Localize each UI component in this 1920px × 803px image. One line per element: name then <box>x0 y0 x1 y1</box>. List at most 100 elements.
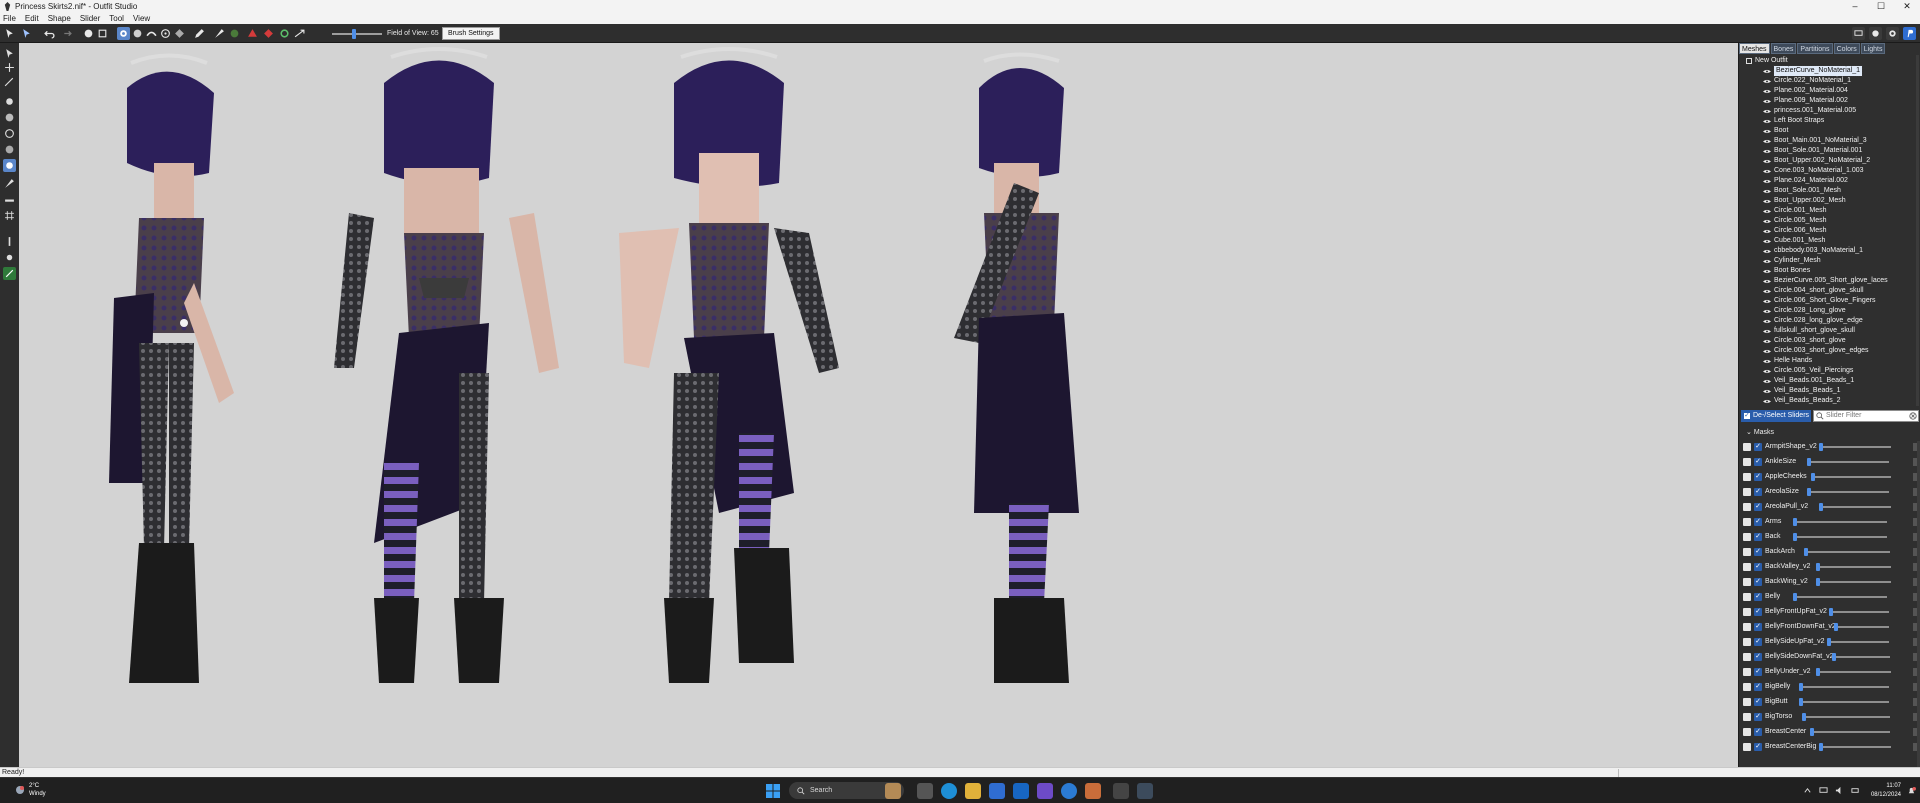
menu-slider[interactable]: Slider <box>80 14 100 23</box>
mesh-tree-item[interactable]: BezierCurve_NoMaterial_1 <box>1763 65 1864 77</box>
slider-edit-icon[interactable] <box>1743 668 1751 676</box>
visibility-eye-icon[interactable] <box>1763 319 1771 324</box>
slider-edit-icon[interactable] <box>1743 503 1751 511</box>
slider-handle[interactable] <box>1834 623 1838 631</box>
store-icon[interactable] <box>989 783 1005 799</box>
slider-track[interactable] <box>1804 551 1890 553</box>
slider-edit-icon[interactable] <box>1743 698 1751 706</box>
field-of-view-slider[interactable] <box>332 33 382 35</box>
outlook-icon[interactable] <box>1013 783 1029 799</box>
select-tool-icon[interactable] <box>3 27 16 40</box>
mesh-tree-item[interactable]: Circle.028_long_glove_edge <box>1763 316 1863 326</box>
slider-edit-icon[interactable] <box>1743 713 1751 721</box>
network-icon[interactable] <box>1819 786 1828 795</box>
taskbar-clock[interactable]: 11:07 08/12/2024 <box>1871 782 1901 800</box>
slider-track[interactable] <box>1816 671 1891 673</box>
undo-icon[interactable] <box>43 27 56 40</box>
mesh-tree-item[interactable]: Boot Bones <box>1763 266 1810 276</box>
slider-track[interactable] <box>1807 491 1889 493</box>
slider-track[interactable] <box>1793 536 1887 538</box>
slider-checkbox[interactable]: ✓ <box>1754 458 1762 466</box>
slider-checkbox[interactable]: ✓ <box>1754 698 1762 706</box>
tree-root-outfit[interactable]: New Outfit <box>1746 56 1788 65</box>
mesh-tree-item[interactable]: Plane.024_Material.002 <box>1763 176 1848 186</box>
visibility-eye-icon[interactable] <box>1763 379 1771 384</box>
menu-shape[interactable]: Shape <box>48 14 71 23</box>
slider-track[interactable] <box>1799 686 1889 688</box>
slider-track[interactable] <box>1802 716 1890 718</box>
close-button[interactable]: ✕ <box>1894 0 1920 12</box>
visibility-eye-icon[interactable] <box>1763 219 1771 224</box>
slider-handle[interactable] <box>1819 743 1823 751</box>
slider-handle[interactable] <box>1799 683 1803 691</box>
slider-handle[interactable] <box>1816 563 1820 571</box>
grid-icon[interactable] <box>3 209 16 222</box>
start-icon[interactable] <box>765 783 781 799</box>
slider-track[interactable] <box>1793 596 1887 598</box>
volume-icon[interactable] <box>1835 786 1844 795</box>
visibility-eye-icon[interactable] <box>1763 69 1771 74</box>
move-brush-icon[interactable] <box>3 127 16 140</box>
brush-move-icon[interactable] <box>159 27 172 40</box>
slider-checkbox[interactable]: ✓ <box>1754 518 1762 526</box>
slider-edit-icon[interactable] <box>1743 683 1751 691</box>
slider-checkbox[interactable]: ✓ <box>1754 623 1762 631</box>
visibility-eye-icon[interactable] <box>1763 329 1771 334</box>
visibility-eye-icon[interactable] <box>1763 339 1771 344</box>
visibility-eye-icon[interactable] <box>1763 389 1771 394</box>
visibility-eye-icon[interactable] <box>1763 169 1771 174</box>
mesh-tree-item[interactable]: Circle.028_Long_glove <box>1763 306 1846 316</box>
slider-checkbox[interactable]: ✓ <box>1754 563 1762 571</box>
wireframe-icon[interactable] <box>3 267 16 280</box>
tray-chevron-icon[interactable] <box>1803 786 1812 795</box>
slider-edit-icon[interactable] <box>1743 638 1751 646</box>
slider-checkbox[interactable]: ✓ <box>1754 488 1762 496</box>
mesh-tree-item[interactable]: Boot <box>1763 126 1788 136</box>
visibility-eye-icon[interactable] <box>1763 189 1771 194</box>
visibility-eye-icon[interactable] <box>1763 89 1771 94</box>
visibility-eye-icon[interactable] <box>1763 299 1771 304</box>
visibility-eye-icon[interactable] <box>1763 179 1771 184</box>
slider-checkbox[interactable]: ✓ <box>1754 503 1762 511</box>
slider-track[interactable] <box>1799 701 1889 703</box>
visibility-eye-icon[interactable] <box>1763 79 1771 84</box>
mesh-tree-item[interactable]: Boot_Upper.002_Mesh <box>1763 196 1846 206</box>
mesh-tree-item[interactable]: Circle.001_Mesh <box>1763 206 1827 216</box>
slider-edit-icon[interactable] <box>1743 728 1751 736</box>
visibility-eye-icon[interactable] <box>1763 139 1771 144</box>
transform-icon[interactable] <box>3 61 16 74</box>
mask-brush-icon[interactable] <box>3 177 16 190</box>
slider-track[interactable] <box>1793 521 1887 523</box>
slider-edit-icon[interactable] <box>1743 458 1751 466</box>
slider-edit-icon[interactable] <box>1743 563 1751 571</box>
search-highlight-icon[interactable] <box>885 783 901 799</box>
visibility-eye-icon[interactable] <box>1763 129 1771 134</box>
menu-file[interactable]: File <box>3 14 16 23</box>
pinned-app-icon[interactable] <box>1137 783 1153 799</box>
mesh-tree-item[interactable]: Boot_Main.001_NoMaterial_3 <box>1763 136 1867 146</box>
field-of-view-slider-handle[interactable] <box>352 29 356 39</box>
slider-edit-icon[interactable] <box>1743 488 1751 496</box>
select-icon[interactable] <box>3 47 16 60</box>
battery-icon[interactable] <box>1851 786 1860 795</box>
pivot-icon[interactable] <box>3 75 16 88</box>
visibility-eye-icon[interactable] <box>1763 239 1771 244</box>
slider-edit-icon[interactable] <box>1743 578 1751 586</box>
slider-edit-icon[interactable] <box>1743 518 1751 526</box>
slider-checkbox[interactable]: ✓ <box>1754 608 1762 616</box>
tab-lights[interactable]: Lights <box>1860 43 1886 54</box>
brush-settings-button[interactable]: Brush Settings <box>442 27 500 40</box>
slider-track[interactable] <box>1834 626 1889 628</box>
teams-icon[interactable] <box>1037 783 1053 799</box>
visibility-eye-icon[interactable] <box>1763 109 1771 114</box>
slider-checkbox[interactable]: ✓ <box>1754 713 1762 721</box>
tab-meshes[interactable]: Meshes <box>1739 43 1770 54</box>
standard-brush-icon[interactable] <box>3 95 16 108</box>
color-brush-icon[interactable] <box>228 27 241 40</box>
notification-bell-icon[interactable] <box>1907 787 1916 796</box>
paypal-icon[interactable] <box>1903 27 1916 40</box>
slider-checkbox[interactable]: ✓ <box>1754 743 1762 751</box>
slider-edit-icon[interactable] <box>1743 623 1751 631</box>
slider-track[interactable] <box>1807 461 1889 463</box>
mirror-icon[interactable] <box>3 235 16 248</box>
